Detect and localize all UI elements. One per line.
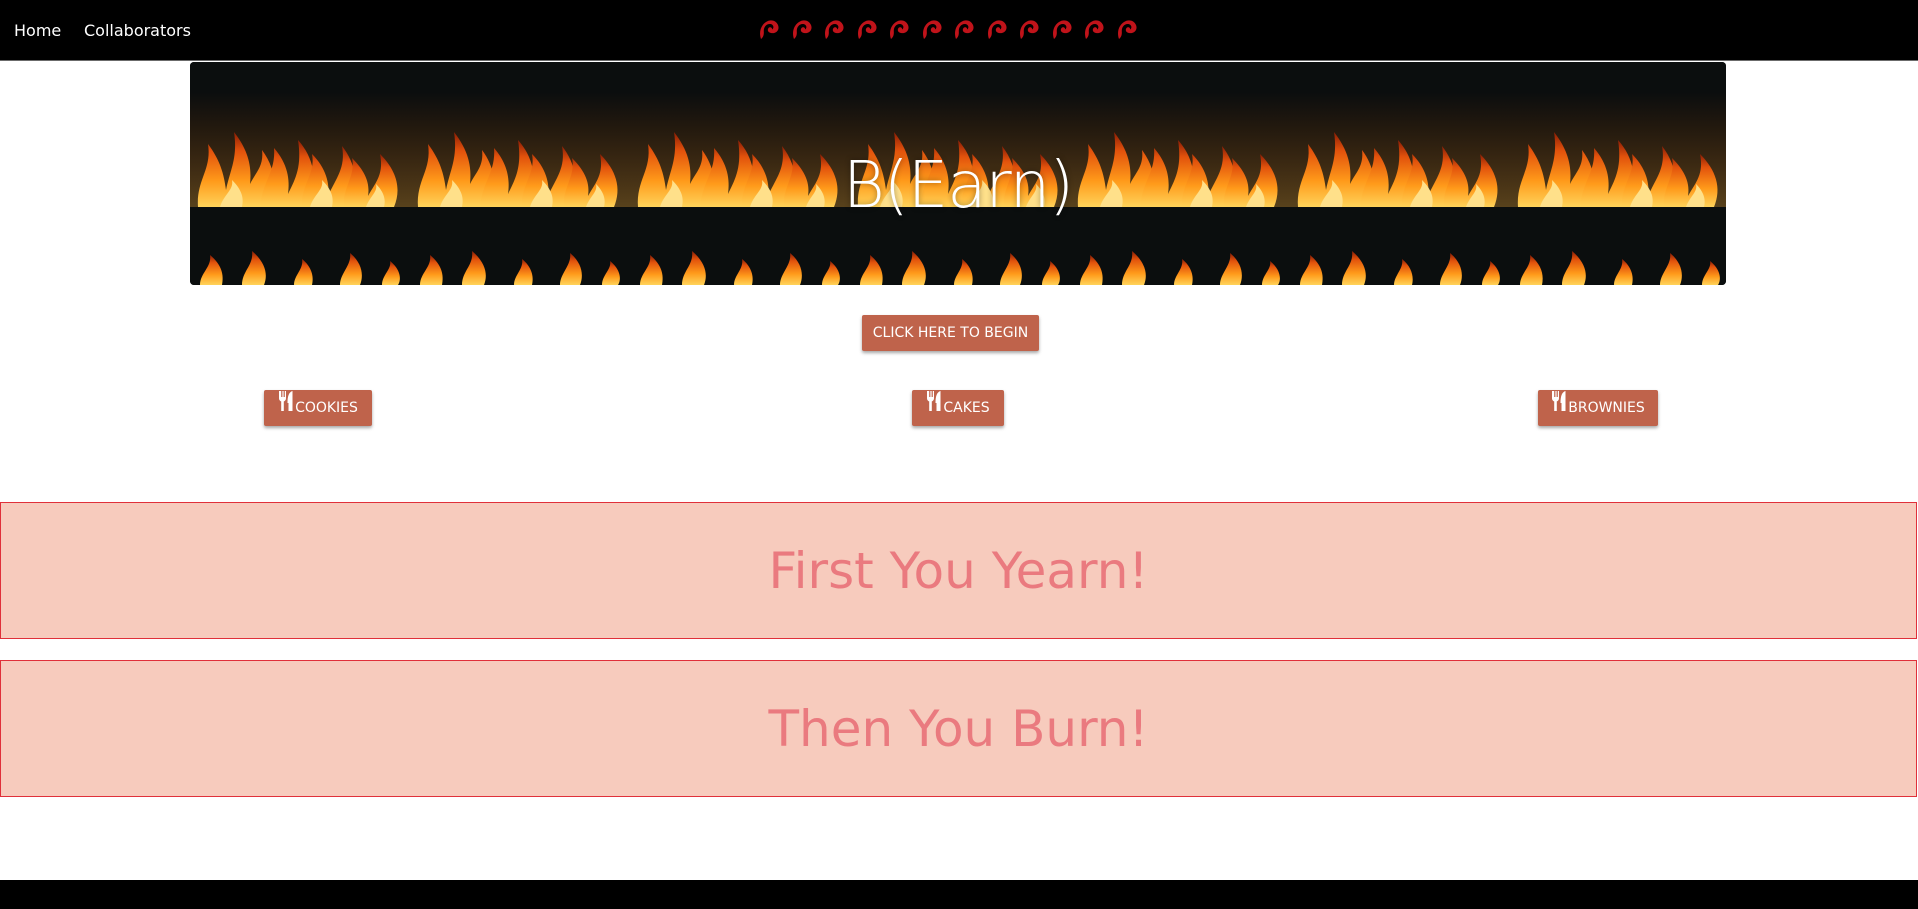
- hero-banner: B(Earn): [190, 62, 1726, 285]
- slogan-banner-burn: Then You Burn!: [0, 660, 1917, 797]
- slogan-banner-yearn: First You Yearn!: [0, 502, 1917, 639]
- flame-icon: [1020, 20, 1039, 39]
- flame-icon-row: [758, 18, 1138, 40]
- utensils-icon: [926, 389, 942, 425]
- brownies-button-label: BROWNIES: [1568, 400, 1645, 416]
- flame-icon: [955, 20, 974, 39]
- nav-link-home[interactable]: Home: [14, 20, 61, 42]
- cakes-button[interactable]: CAKES: [912, 390, 1004, 426]
- flame-icon: [1052, 20, 1072, 39]
- cakes-button-label: CAKES: [943, 400, 990, 416]
- begin-button-label: CLICK HERE TO BEGIN: [872, 325, 1029, 341]
- flame-icon: [825, 20, 844, 39]
- flame-icon: [792, 20, 812, 39]
- cookies-button[interactable]: COOKIES: [264, 390, 372, 426]
- slogan-text: Then You Burn!: [768, 700, 1149, 758]
- top-navbar: Home Collaborators: [0, 0, 1918, 61]
- flame-icon: [760, 20, 779, 39]
- begin-button[interactable]: CLICK HERE TO BEGIN: [862, 315, 1039, 351]
- flame-icon: [1085, 20, 1104, 39]
- flame-icon: [890, 20, 909, 39]
- brownies-button[interactable]: BROWNIES: [1538, 390, 1658, 426]
- cookies-button-label: COOKIES: [295, 400, 358, 416]
- slogan-text: First You Yearn!: [768, 542, 1149, 600]
- footer-bar: [0, 880, 1918, 909]
- flame-icon: [1117, 20, 1137, 39]
- nav-link-collaborators[interactable]: Collaborators: [84, 20, 191, 42]
- hero-title: B(Earn): [842, 149, 1074, 223]
- flame-icon: [922, 20, 942, 39]
- flame-icon: [857, 20, 877, 39]
- utensils-icon: [278, 389, 294, 425]
- utensils-icon: [1551, 389, 1567, 425]
- flame-icon: [987, 20, 1007, 39]
